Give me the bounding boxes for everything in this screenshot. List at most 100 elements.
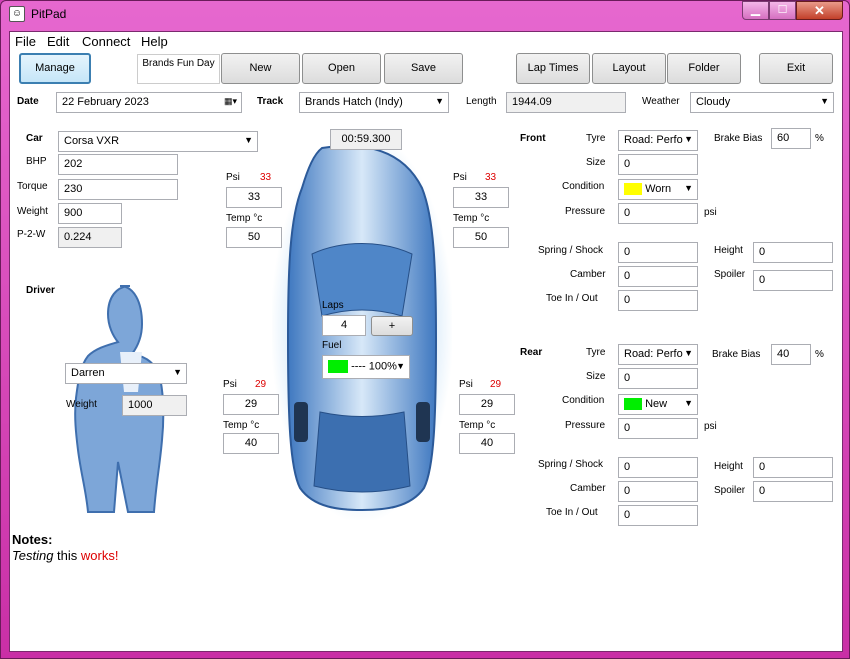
date-picker[interactable]: 22 February 2023 ▦▾ bbox=[56, 92, 242, 113]
rear-condition-value: New bbox=[645, 398, 668, 410]
rear-size-label: Size bbox=[586, 371, 606, 382]
rear-toe-label: Toe In / Out bbox=[546, 507, 598, 518]
rr-psi-field[interactable]: 29 bbox=[459, 394, 515, 415]
laps-label: Laps bbox=[322, 300, 344, 311]
exit-button[interactable]: Exit bbox=[759, 53, 833, 84]
maximize-button[interactable]: ☐ bbox=[769, 1, 796, 20]
front-condition-value: Worn bbox=[645, 183, 672, 195]
fl-psi-field[interactable]: 33 bbox=[226, 187, 282, 208]
laps-increment-button[interactable]: + bbox=[371, 316, 413, 336]
fuel-label: Fuel bbox=[322, 340, 342, 351]
notes-label: Notes: bbox=[12, 532, 53, 547]
close-button[interactable]: ✕ bbox=[796, 1, 843, 20]
rear-tyre-label: Tyre bbox=[586, 347, 606, 358]
rear-toe-field[interactable]: 0 bbox=[618, 505, 698, 526]
menu-file[interactable]: File bbox=[15, 34, 36, 49]
front-tyre-value: Road: Perfo bbox=[624, 134, 683, 146]
front-spring-field[interactable]: 0 bbox=[618, 242, 698, 263]
notes-word-works: works! bbox=[80, 548, 119, 563]
fuel-select[interactable]: ---- 100% ▼ bbox=[322, 355, 410, 379]
front-camber-field[interactable]: 0 bbox=[618, 266, 698, 287]
fr-temp-field[interactable]: 50 bbox=[453, 227, 509, 248]
weather-select[interactable]: Cloudy ▼ bbox=[690, 92, 834, 113]
rear-brake-bias-field[interactable]: 40 bbox=[771, 344, 811, 365]
layout-button[interactable]: Layout bbox=[592, 53, 666, 84]
fuel-swatch bbox=[328, 360, 348, 373]
chevron-down-icon: ▼ bbox=[684, 348, 693, 358]
front-label: Front bbox=[520, 133, 546, 144]
fr-psi-field[interactable]: 33 bbox=[453, 187, 509, 208]
window-title: PitPad bbox=[31, 7, 67, 21]
calendar-icon[interactable]: ▦▾ bbox=[224, 96, 237, 107]
front-brake-bias-label: Brake Bias bbox=[714, 133, 763, 144]
fl-temp-field[interactable]: 50 bbox=[226, 227, 282, 248]
laps-field[interactable]: 4 bbox=[322, 315, 366, 336]
rear-tyre-value: Road: Perfo bbox=[624, 348, 683, 360]
front-psi-unit: psi bbox=[704, 207, 717, 218]
p2w-label: P-2-W bbox=[17, 229, 46, 240]
save-button[interactable]: Save bbox=[384, 53, 463, 84]
front-brake-bias-field[interactable]: 60 bbox=[771, 128, 811, 149]
rear-spring-field[interactable]: 0 bbox=[618, 457, 698, 478]
bhp-label: BHP bbox=[26, 156, 47, 167]
fr-psi-label: Psi bbox=[453, 172, 467, 183]
front-toe-field[interactable]: 0 bbox=[618, 290, 698, 311]
car-select[interactable]: Corsa VXR ▼ bbox=[58, 131, 258, 152]
app-window: ☺ PitPad ▁ ☐ ✕ File Edit Connect Help Ma… bbox=[0, 0, 850, 659]
front-spoiler-field[interactable]: 0 bbox=[753, 270, 833, 291]
notes-word-testing: Testing bbox=[12, 548, 54, 563]
rl-psi-field[interactable]: 29 bbox=[223, 394, 279, 415]
rear-height-label: Height bbox=[714, 461, 743, 472]
fuel-value: ---- 100% bbox=[351, 360, 397, 373]
date-value: 22 February 2023 bbox=[62, 96, 149, 108]
notes-word-this: this bbox=[53, 548, 81, 563]
rr-temp-field[interactable]: 40 bbox=[459, 433, 515, 454]
open-button[interactable]: Open bbox=[302, 53, 381, 84]
lap-times-button[interactable]: Lap Times bbox=[516, 53, 590, 84]
rear-spoiler-field[interactable]: 0 bbox=[753, 481, 833, 502]
car-weight-field[interactable]: 900 bbox=[58, 203, 122, 224]
driver-value: Darren bbox=[71, 367, 105, 379]
rear-psi-unit: psi bbox=[704, 421, 717, 432]
rear-condition-select[interactable]: New ▼ bbox=[618, 394, 698, 415]
minimize-button[interactable]: ▁ bbox=[742, 1, 769, 20]
car-label: Car bbox=[26, 133, 43, 144]
rl-temp-label: Temp °c bbox=[223, 420, 260, 431]
date-label: Date bbox=[17, 96, 39, 107]
driver-select[interactable]: Darren ▼ bbox=[65, 363, 187, 384]
rear-height-field[interactable]: 0 bbox=[753, 457, 833, 478]
rr-temp-label: Temp °c bbox=[459, 420, 496, 431]
length-label: Length bbox=[466, 96, 497, 107]
track-select[interactable]: Brands Hatch (Indy) ▼ bbox=[299, 92, 449, 113]
front-height-field[interactable]: 0 bbox=[753, 242, 833, 263]
chevron-down-icon: ▼ bbox=[684, 398, 693, 408]
chevron-down-icon: ▼ bbox=[435, 96, 444, 106]
front-tyre-select[interactable]: Road: Perfo ▼ bbox=[618, 130, 698, 151]
menu-help[interactable]: Help bbox=[141, 34, 168, 49]
weight-label: Weight bbox=[17, 206, 48, 217]
menu-connect[interactable]: Connect bbox=[82, 34, 130, 49]
menu-edit[interactable]: Edit bbox=[47, 34, 69, 49]
rear-label: Rear bbox=[520, 347, 543, 358]
fr-psi-target: 33 bbox=[485, 172, 497, 183]
rl-temp-field[interactable]: 40 bbox=[223, 433, 279, 454]
app-icon: ☺ bbox=[9, 6, 25, 22]
rear-tyre-select[interactable]: Road: Perfo ▼ bbox=[618, 344, 698, 365]
driver-weight-label: Weight bbox=[66, 399, 97, 410]
bhp-field[interactable]: 202 bbox=[58, 154, 178, 175]
notes-text[interactable]: Testing this works! bbox=[12, 548, 118, 563]
front-size-field[interactable]: 0 bbox=[618, 154, 698, 175]
rear-size-field[interactable]: 0 bbox=[618, 368, 698, 389]
rear-camber-field[interactable]: 0 bbox=[618, 481, 698, 502]
fl-temp-label: Temp °c bbox=[226, 213, 263, 224]
torque-field[interactable]: 230 bbox=[58, 179, 178, 200]
folder-button[interactable]: Folder bbox=[667, 53, 741, 84]
manage-button[interactable]: Manage bbox=[19, 53, 91, 84]
new-button[interactable]: New bbox=[221, 53, 300, 84]
front-tyre-label: Tyre bbox=[586, 133, 606, 144]
front-pressure-field[interactable]: 0 bbox=[618, 203, 698, 224]
front-toe-label: Toe In / Out bbox=[546, 293, 598, 304]
front-condition-select[interactable]: Worn ▼ bbox=[618, 179, 698, 200]
rear-condition-swatch bbox=[624, 398, 642, 411]
rear-pressure-field[interactable]: 0 bbox=[618, 418, 698, 439]
